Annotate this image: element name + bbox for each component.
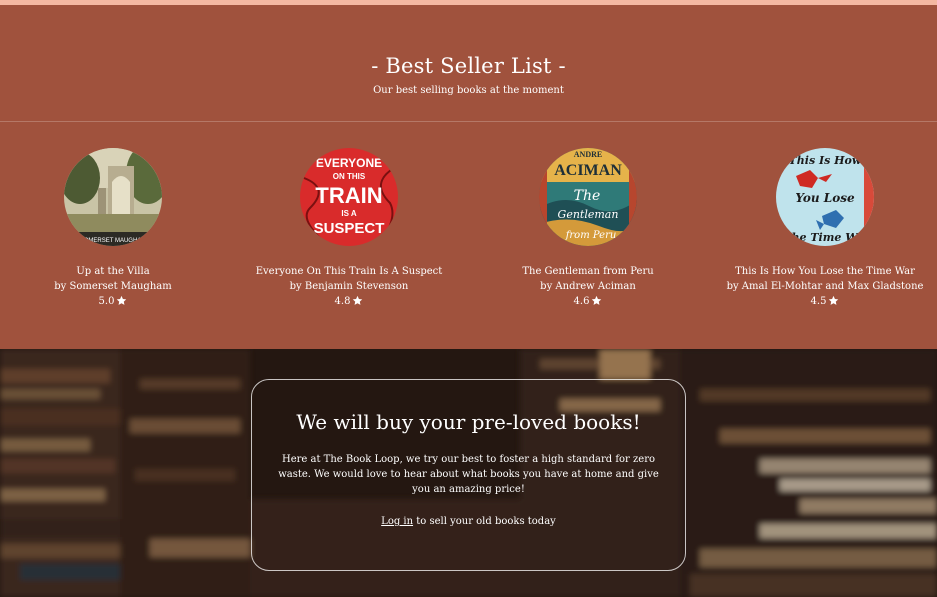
sell-books-panel: We will buy your pre-loved books! Here a… (251, 379, 686, 571)
villa-cover-text: SOMERSET MAUGHAM (80, 238, 147, 244)
book-title[interactable]: This Is How You Lose the Time War (720, 264, 930, 279)
buy-books-section: We will buy your pre-loved books! Here a… (0, 349, 937, 597)
star-icon (352, 295, 363, 311)
rating-value: 4.8 (334, 296, 351, 307)
book-author: by Amal El-Mohtar and Max Gladstone (726, 281, 924, 292)
star-icon (116, 295, 127, 311)
login-link[interactable]: Log in (381, 516, 413, 527)
book-title[interactable]: Up at the Villa (8, 264, 218, 279)
sell-books-title: We will buy your pre-loved books! (296, 410, 641, 434)
star-icon (828, 295, 839, 311)
gentleman-cover-line: ANDRE (574, 150, 602, 159)
rating-value: 4.5 (810, 296, 827, 307)
star-icon (591, 295, 602, 311)
time-war-cover-image[interactable]: This Is How You Lose the Time War (776, 148, 874, 246)
train-cover-line: IS A (341, 209, 356, 218)
gentleman-cover-line: ACIMAN (554, 162, 622, 179)
gentleman-cover-line: Gentleman (558, 208, 619, 221)
book-rating: 4.8 (244, 294, 454, 311)
best-seller-section: - Best Seller List - Our best selling bo… (0, 5, 937, 349)
villa-cover-image[interactable]: SOMERSET MAUGHAM (64, 148, 162, 246)
book-rating: 5.0 (8, 294, 218, 311)
book-author: by Andrew Aciman (540, 281, 636, 292)
book-author: by Somerset Maugham (54, 281, 172, 292)
section-divider (0, 121, 937, 122)
book-card[interactable]: SOMERSET MAUGHAM Up at the Villa by Some… (8, 148, 218, 311)
train-cover-line: EVERYONE (316, 156, 382, 170)
time-war-cover-line: the Time War (786, 231, 870, 244)
book-card[interactable]: This Is How You Lose the Time War This I… (720, 148, 930, 311)
time-war-cover-line: You Lose (795, 191, 855, 205)
rating-value: 5.0 (98, 296, 115, 307)
book-rating: 4.5 (720, 294, 930, 311)
book-card[interactable]: ANDRE ACIMAN The Gentleman from Peru The… (483, 148, 693, 311)
best-seller-title: - Best Seller List - (371, 54, 566, 78)
train-cover-image[interactable]: EVERYONE ON THIS TRAIN IS A SUSPECT (300, 148, 398, 246)
train-cover-line: TRAIN (315, 183, 382, 208)
book-title[interactable]: The Gentleman from Peru (483, 264, 693, 279)
book-rating: 4.6 (483, 294, 693, 311)
book-title[interactable]: Everyone On This Train Is A Suspect (244, 264, 454, 279)
train-cover-line: ON THIS (333, 172, 366, 181)
sell-books-login-line: Log in to sell your old books today (252, 516, 685, 527)
book-card[interactable]: EVERYONE ON THIS TRAIN IS A SUSPECT Ever… (244, 148, 454, 311)
sell-books-description: Here at The Book Loop, we try our best t… (278, 454, 659, 495)
rating-value: 4.6 (573, 296, 590, 307)
time-war-cover-line: This Is How (789, 154, 862, 167)
gentleman-cover-line: from Peru (565, 230, 617, 241)
login-suffix-text: to sell your old books today (413, 516, 556, 527)
gentleman-cover-image[interactable]: ANDRE ACIMAN The Gentleman from Peru (539, 148, 637, 246)
book-author: by Benjamin Stevenson (289, 281, 409, 292)
gentleman-cover-line: The (574, 188, 601, 204)
train-cover-line: SUSPECT (314, 220, 385, 237)
best-seller-subtitle: Our best selling books at the moment (373, 85, 564, 96)
